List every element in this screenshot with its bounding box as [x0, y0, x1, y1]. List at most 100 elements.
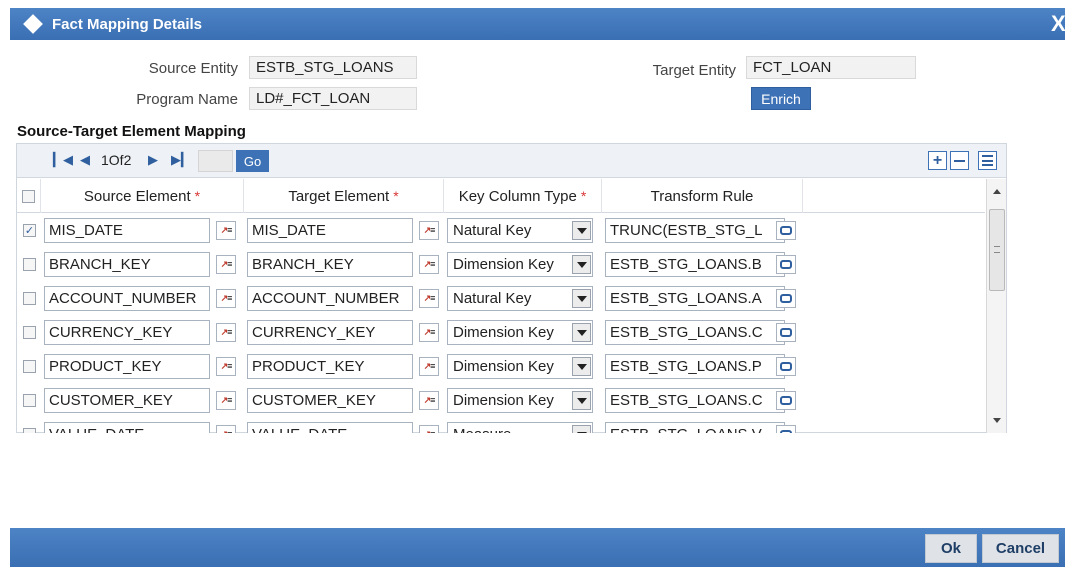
next-page-icon[interactable]: ▶ [148, 152, 158, 168]
target-element-field[interactable]: CUSTOMER_KEY [247, 388, 413, 413]
column-header-source: Source Element * [41, 179, 244, 213]
list-of-values-icon[interactable]: ↗≡ [419, 323, 439, 342]
list-of-values-icon[interactable]: ↗≡ [419, 255, 439, 274]
transform-rule-field[interactable]: ESTB_STG_LOANS.V [605, 422, 785, 433]
close-icon[interactable]: X [1051, 11, 1065, 37]
row-checkbox[interactable]: ✓ [23, 224, 36, 237]
speech-bubble-icon[interactable] [776, 425, 796, 433]
list-of-values-icon[interactable]: ↗≡ [419, 357, 439, 376]
source-element-field[interactable]: CURRENCY_KEY [44, 320, 210, 345]
source-element-field[interactable]: ACCOUNT_NUMBER [44, 286, 210, 311]
enrich-button[interactable]: Enrich [751, 87, 811, 110]
source-element-field[interactable]: MIS_DATE [44, 218, 210, 243]
list-of-values-icon[interactable]: ↗≡ [216, 391, 236, 410]
column-header-key-type: Key Column Type * [444, 179, 602, 213]
program-name-field[interactable]: LD#_FCT_LOAN [249, 87, 417, 110]
source-element-field[interactable]: CUSTOMER_KEY [44, 388, 210, 413]
key-column-type-value: Dimension Key [453, 358, 554, 375]
target-element-field[interactable]: MIS_DATE [247, 218, 413, 243]
source-entity-field[interactable]: ESTB_STG_LOANS [249, 56, 417, 79]
list-of-values-icon[interactable]: ↗≡ [216, 323, 236, 342]
key-column-type-select[interactable]: Measure [447, 422, 593, 433]
speech-bubble-icon[interactable] [776, 357, 796, 376]
target-element-field[interactable]: VALUE_DATE [247, 422, 413, 433]
speech-bubble-icon[interactable] [776, 221, 796, 240]
ok-button[interactable]: Ok [925, 534, 977, 563]
list-of-values-icon[interactable]: ↗≡ [419, 391, 439, 410]
row-checkbox[interactable] [23, 326, 36, 339]
target-element-field[interactable]: CURRENCY_KEY [247, 320, 413, 345]
transform-rule-field[interactable]: ESTB_STG_LOANS.C [605, 388, 785, 413]
source-element-field[interactable]: VALUE_DATE [44, 422, 210, 433]
source-element-field[interactable]: PRODUCT_KEY [44, 354, 210, 379]
key-column-type-select[interactable]: Natural Key [447, 286, 593, 311]
checkmark-icon: ✓ [24, 225, 35, 237]
first-page-icon[interactable]: ▎◀ [53, 152, 73, 168]
list-of-values-icon[interactable]: ↗≡ [216, 425, 236, 433]
delete-row-icon[interactable] [950, 151, 969, 170]
speech-bubble-icon[interactable] [776, 255, 796, 274]
row-checkbox[interactable] [23, 292, 36, 305]
key-column-type-value: Dimension Key [453, 256, 554, 273]
scroll-up-icon[interactable] [993, 189, 1001, 194]
source-element-field[interactable]: BRANCH_KEY [44, 252, 210, 277]
transform-rule-field[interactable]: TRUNC(ESTB_STG_L [605, 218, 785, 243]
key-column-type-select[interactable]: Dimension Key [447, 320, 593, 345]
required-marker: * [393, 188, 399, 204]
speech-bubble-icon[interactable] [776, 391, 796, 410]
row-checkbox[interactable] [23, 258, 36, 271]
key-column-type-select[interactable]: Dimension Key [447, 388, 593, 413]
page-number-input[interactable] [198, 150, 233, 172]
target-entity-field[interactable]: FCT_LOAN [746, 56, 916, 79]
single-record-view-icon[interactable] [978, 151, 997, 170]
dialog-title: Fact Mapping Details [52, 15, 203, 33]
column-header-key-type-label: Key Column Type [458, 187, 577, 205]
row-checkbox[interactable] [23, 428, 36, 433]
last-page-icon[interactable]: ▶▎ [171, 152, 191, 168]
column-header-source-label: Source Element [83, 187, 191, 205]
dialog-title-bar: Fact Mapping Details X [10, 8, 1065, 40]
transform-rule-field[interactable]: ESTB_STG_LOANS.A [605, 286, 785, 311]
target-element-field[interactable]: PRODUCT_KEY [247, 354, 413, 379]
page-indicator: 1Of2 [101, 152, 132, 168]
add-row-icon[interactable]: + [928, 151, 947, 170]
pager-toolbar: ▎◀ ◀ 1Of2 ▶ ▶▎ Go + [17, 144, 1006, 178]
list-of-values-icon[interactable]: ↗≡ [216, 255, 236, 274]
key-column-type-select[interactable]: Natural Key [447, 218, 593, 243]
key-column-type-select[interactable]: Dimension Key [447, 252, 593, 277]
scrollbar-thumb[interactable] [989, 209, 1005, 291]
list-of-values-icon[interactable]: ↗≡ [419, 289, 439, 308]
select-all-checkbox[interactable] [22, 189, 35, 203]
list-of-values-icon[interactable]: ↗≡ [419, 221, 439, 240]
previous-page-icon[interactable]: ◀ [80, 152, 90, 168]
go-button[interactable]: Go [236, 150, 269, 172]
list-of-values-icon[interactable]: ↗≡ [216, 357, 236, 376]
table-row: CURRENCY_KEY ↗≡ CURRENCY_KEY ↗≡ Dimensio… [17, 316, 985, 350]
program-name-label: Program Name [136, 91, 238, 108]
target-element-field[interactable]: BRANCH_KEY [247, 252, 413, 277]
scroll-down-icon[interactable] [993, 418, 1001, 423]
diamond-icon [23, 14, 43, 34]
chevron-down-icon [572, 357, 591, 376]
chevron-down-icon [572, 425, 591, 433]
target-element-field[interactable]: ACCOUNT_NUMBER [247, 286, 413, 311]
table-row: BRANCH_KEY ↗≡ BRANCH_KEY ↗≡ Dimension Ke… [17, 248, 985, 282]
speech-bubble-icon[interactable] [776, 289, 796, 308]
row-checkbox[interactable] [23, 360, 36, 373]
transform-rule-field[interactable]: ESTB_STG_LOANS.C [605, 320, 785, 345]
chevron-down-icon [572, 289, 591, 308]
key-column-type-value: Measure [453, 426, 511, 433]
list-of-values-icon[interactable]: ↗≡ [216, 221, 236, 240]
cancel-button[interactable]: Cancel [982, 534, 1059, 563]
vertical-scrollbar[interactable] [986, 179, 1006, 433]
transform-rule-field[interactable]: ESTB_STG_LOANS.P [605, 354, 785, 379]
key-column-type-select[interactable]: Dimension Key [447, 354, 593, 379]
list-of-values-icon[interactable]: ↗≡ [419, 425, 439, 433]
key-column-type-value: Natural Key [453, 222, 532, 239]
speech-bubble-icon[interactable] [776, 323, 796, 342]
list-of-values-icon[interactable]: ↗≡ [216, 289, 236, 308]
transform-rule-field[interactable]: ESTB_STG_LOANS.B [605, 252, 785, 277]
row-checkbox[interactable] [23, 394, 36, 407]
column-header-target-label: Target Element [288, 187, 390, 205]
column-header-target: Target Element * [244, 179, 444, 213]
